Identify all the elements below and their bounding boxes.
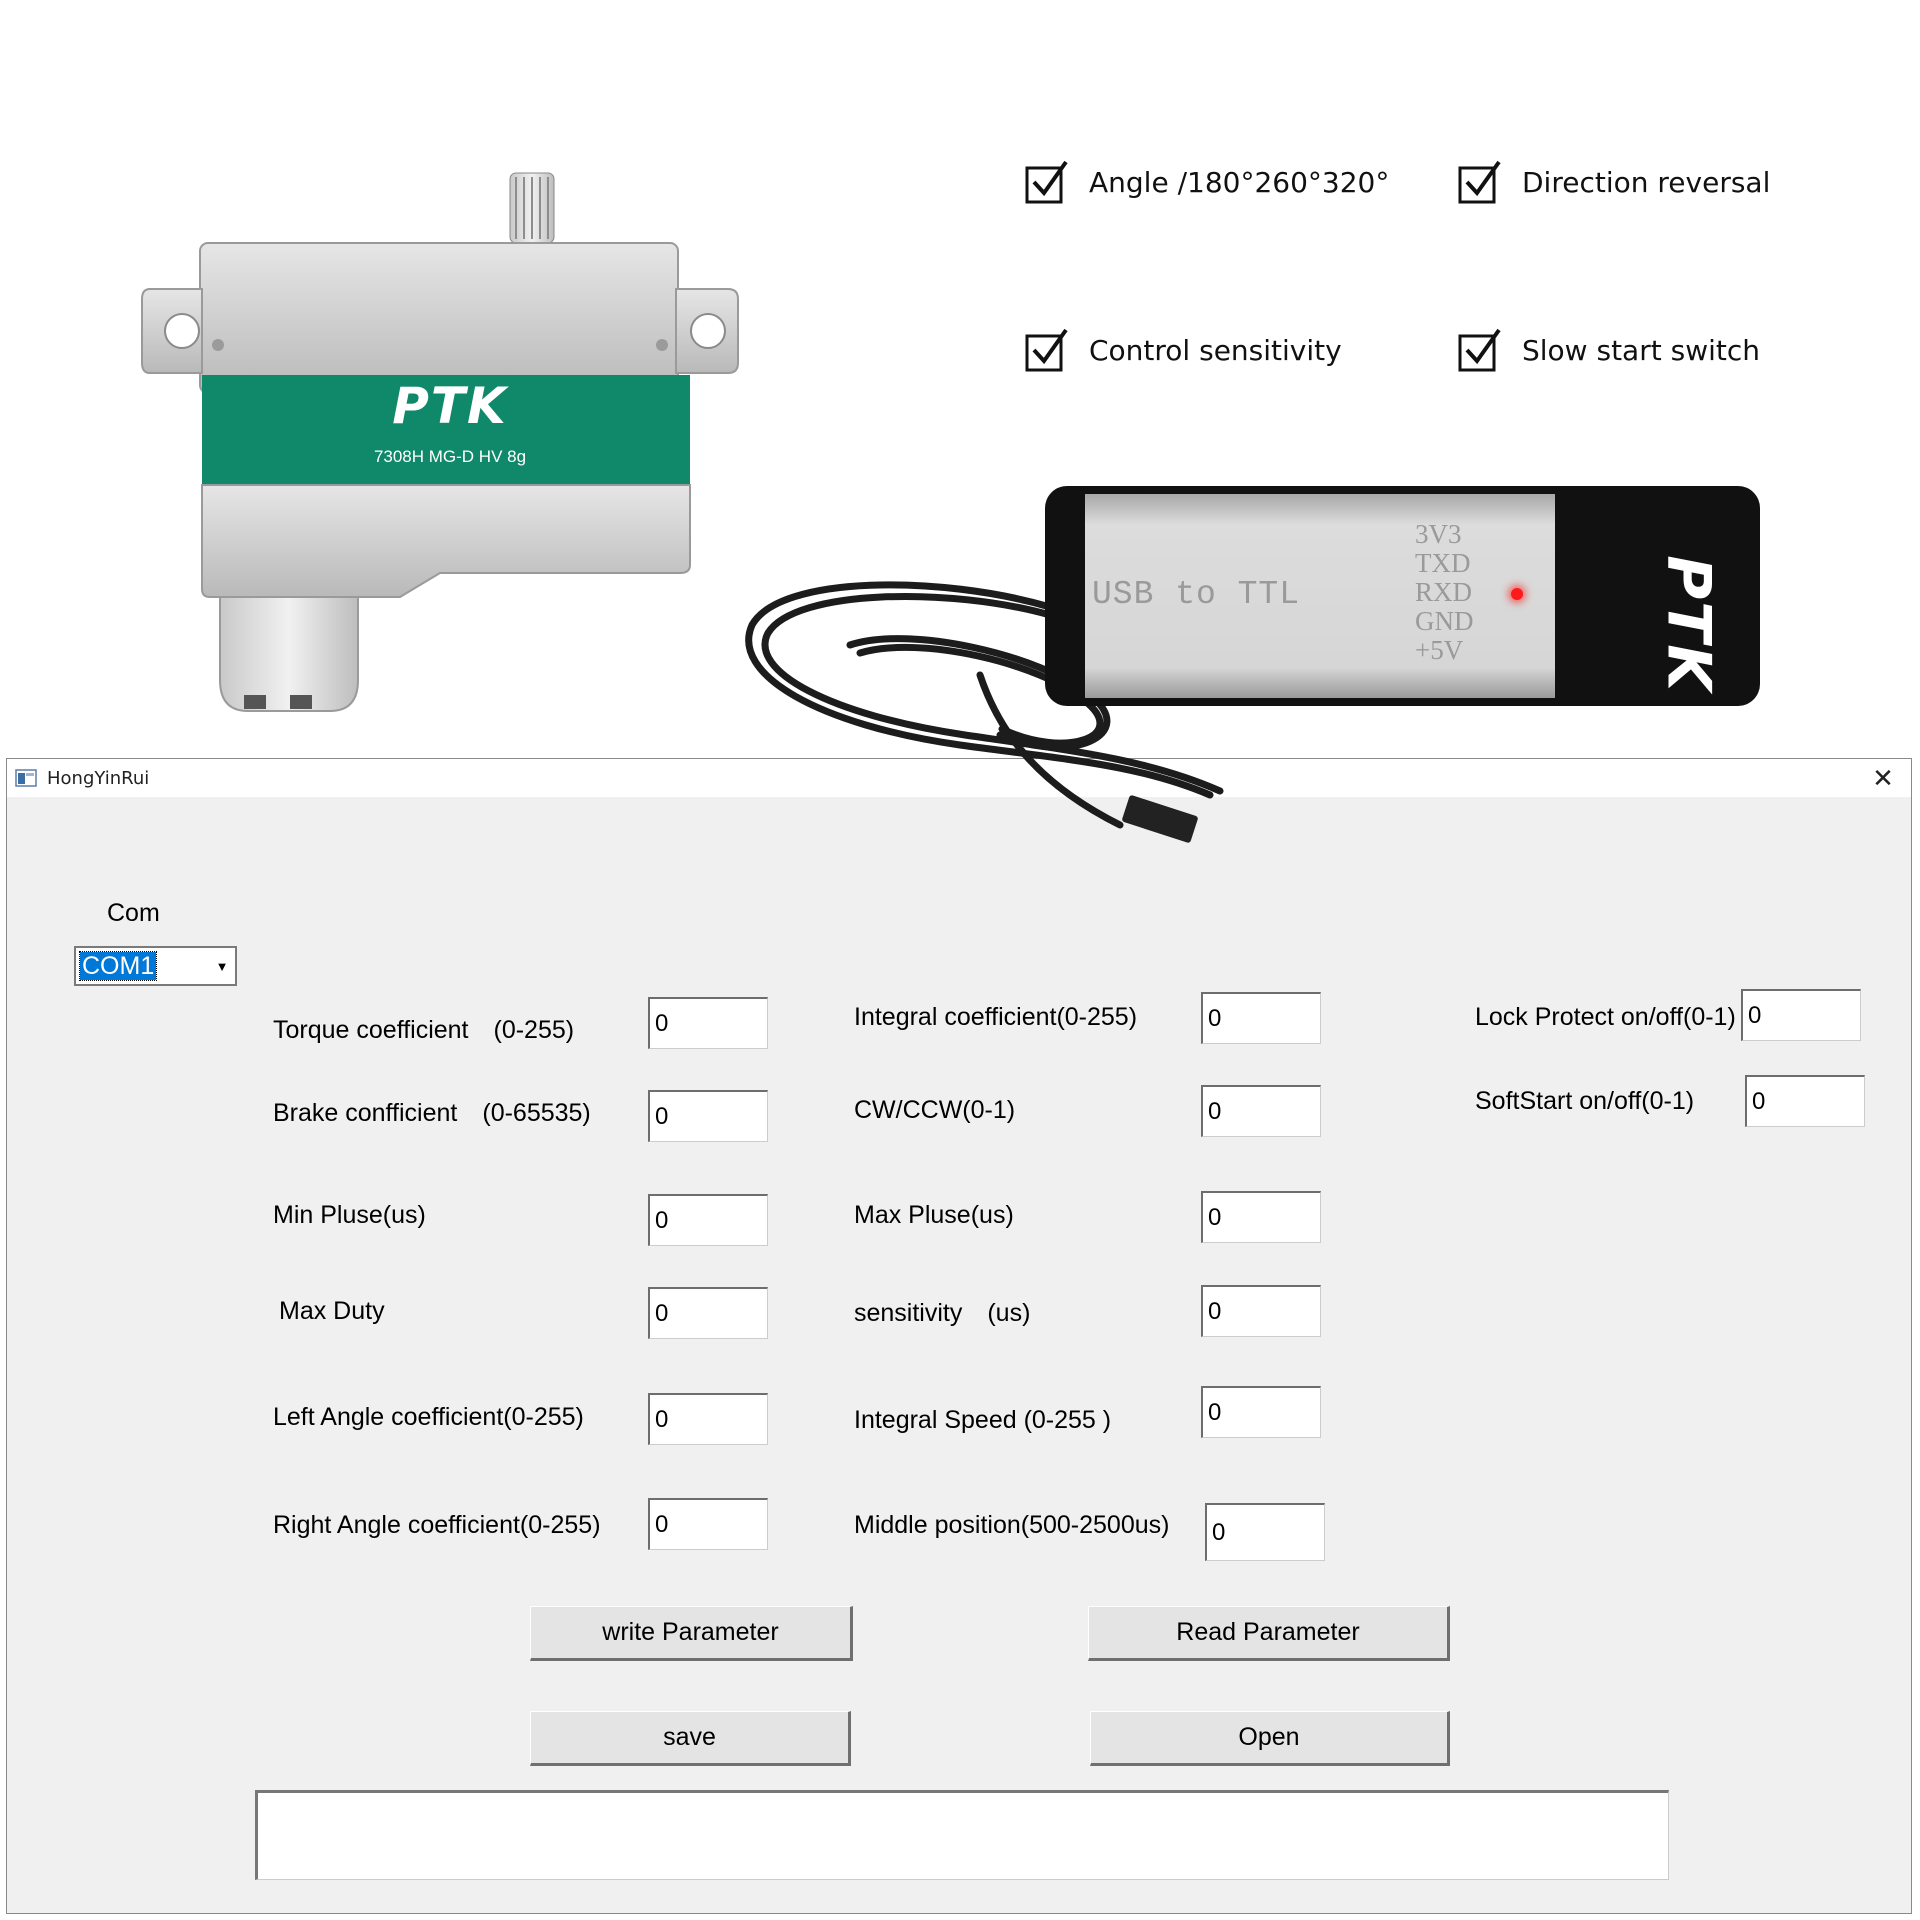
pin-label: 3V3 (1415, 519, 1462, 549)
status-led (1511, 588, 1523, 600)
pin-label: RXD (1415, 577, 1473, 607)
feature-label: Angle /180°260°320° (1089, 165, 1390, 199)
torque-input[interactable] (648, 997, 768, 1049)
max-pulse-label: Max Pluse(us) (854, 1201, 1014, 1229)
left-angle-input[interactable] (648, 1393, 768, 1445)
feature-direction: Direction reversal (1458, 160, 1770, 204)
checkbox-checked-icon (1025, 160, 1068, 204)
servo-brand-logo: PTK (392, 377, 508, 435)
feature-sensitivity: Control sensitivity (1025, 328, 1342, 372)
left-angle-label: Left Angle coefficient(0-255) (273, 1403, 584, 1431)
torque-label: Torque coefficient (0-255) (273, 1016, 575, 1044)
app-window: HongYinRui ✕ Com COM1 ▼ Torque coefficie… (6, 758, 1912, 1914)
servo-product-image: PTK 7308H MG-D HV 8g (140, 165, 760, 725)
min-pulse-label: Min Pluse(us) (273, 1201, 426, 1229)
softstart-input[interactable] (1745, 1075, 1865, 1127)
adapter-label: USB to TTL (1092, 576, 1301, 613)
brake-label: Brake confficient (0-65535) (273, 1099, 591, 1127)
com-label: Com (107, 899, 160, 927)
checkbox-checked-icon (1458, 328, 1501, 372)
middle-position-input[interactable] (1205, 1503, 1325, 1561)
close-icon: ✕ (1872, 762, 1894, 793)
write-parameter-button[interactable]: write Parameter (530, 1606, 853, 1661)
cw-ccw-input[interactable] (1201, 1085, 1321, 1137)
sensitivity-label: sensitivity (us) (854, 1299, 1031, 1327)
pin-label: +5V (1415, 635, 1464, 665)
checkbox-checked-icon (1025, 328, 1068, 372)
feature-label: Control sensitivity (1089, 333, 1342, 367)
adapter-pin-list: 3V3 TXD RXD GND +5V (1415, 520, 1474, 665)
com-selected-value: COM1 (78, 951, 158, 981)
read-parameter-button[interactable]: Read Parameter (1088, 1606, 1450, 1661)
checkbox-checked-icon (1458, 160, 1501, 204)
integral-input[interactable] (1201, 992, 1321, 1044)
feature-slow-start: Slow start switch (1458, 328, 1760, 372)
save-button[interactable]: save (530, 1711, 851, 1766)
adapter-brand-logo: PTK (1653, 555, 1724, 693)
min-pulse-input[interactable] (648, 1194, 768, 1246)
feature-label: Direction reversal (1522, 165, 1771, 199)
integral-label: Integral coefficient(0-255) (854, 1003, 1138, 1031)
output-textbox[interactable] (255, 1790, 1669, 1880)
app-icon (15, 769, 37, 787)
sensitivity-input[interactable] (1201, 1285, 1321, 1337)
chevron-down-icon[interactable]: ▼ (209, 948, 235, 984)
close-button[interactable]: ✕ (1865, 763, 1901, 793)
cw-ccw-label: CW/CCW(0-1) (854, 1096, 1016, 1124)
servo-illustration (141, 172, 739, 712)
brake-input[interactable] (648, 1090, 768, 1142)
max-duty-input[interactable] (648, 1287, 768, 1339)
lock-protect-label: Lock Protect on/off(0-1) (1475, 1003, 1736, 1031)
right-angle-label: Right Angle coefficient(0-255) (273, 1511, 601, 1539)
max-duty-label: Max Duty (279, 1297, 385, 1325)
servo-model-text: 7308H MG-D HV 8g (373, 447, 527, 466)
open-button[interactable]: Open (1090, 1711, 1450, 1766)
usb-ttl-adapter-image: USB to TTL 3V3 TXD RXD GND +5V PTK (1045, 486, 1760, 706)
max-pulse-input[interactable] (1201, 1191, 1321, 1243)
window-title: HongYinRui (47, 768, 150, 789)
pin-label: TXD (1415, 548, 1471, 578)
pin-label: GND (1415, 606, 1474, 636)
com-port-select[interactable]: COM1 ▼ (74, 946, 237, 986)
integral-speed-label: Integral Speed (0-255 ) (854, 1406, 1112, 1434)
right-angle-input[interactable] (648, 1498, 768, 1550)
feature-angle: Angle /180°260°320° (1025, 160, 1389, 204)
middle-position-label: Middle position(500-2500us) (854, 1511, 1170, 1539)
integral-speed-input[interactable] (1201, 1386, 1321, 1438)
lock-protect-input[interactable] (1741, 989, 1861, 1041)
feature-label: Slow start switch (1522, 333, 1760, 367)
softstart-label: SoftStart on/off(0-1) (1475, 1087, 1695, 1115)
